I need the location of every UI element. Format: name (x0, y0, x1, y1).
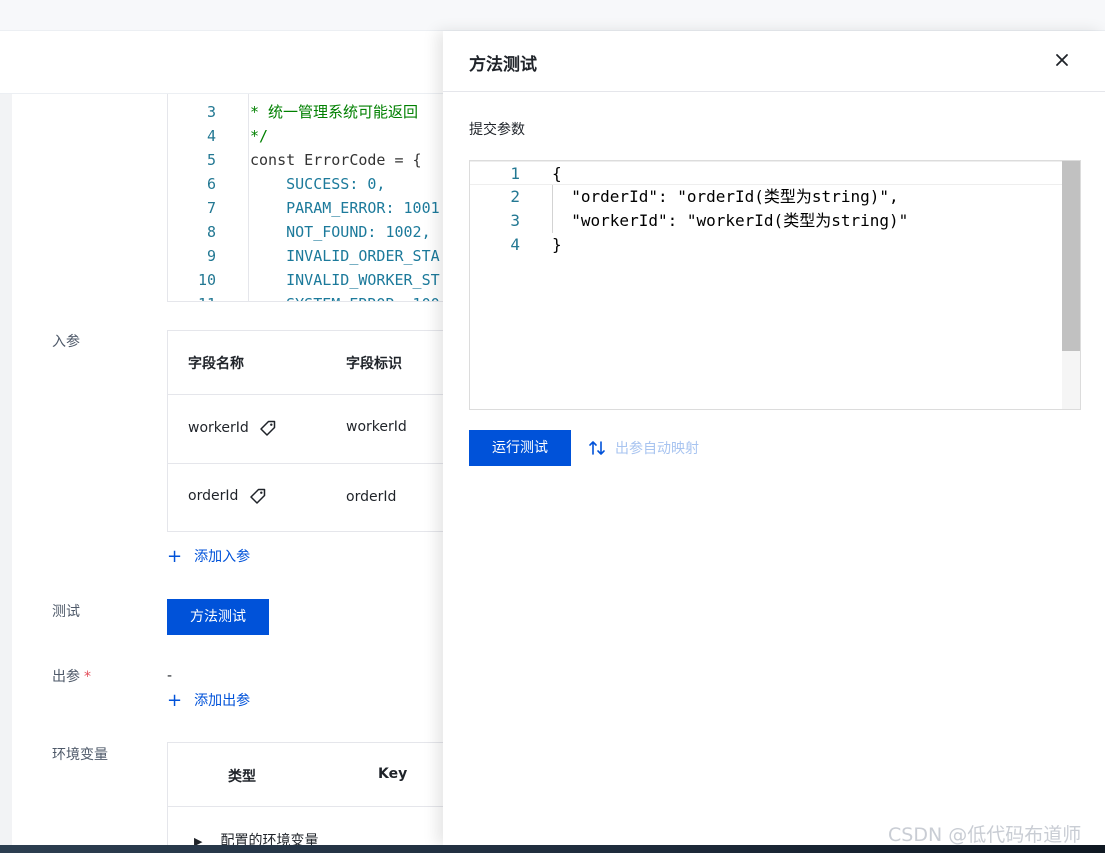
line-number: 2 (510, 187, 520, 206)
editor-text: "workerId": "workerId(类型为string)" (552, 211, 909, 230)
editor-line: 1{ (470, 161, 1080, 185)
table-row-name: orderId (188, 487, 267, 505)
close-icon[interactable] (1051, 49, 1073, 71)
line-number: 6 (206, 175, 216, 193)
field-name: workerId (188, 420, 249, 436)
env-table: 类型 Key ▶ 配置的环境变量 (167, 742, 459, 849)
line-number: 1 (510, 164, 520, 183)
code-line: 11 SYSTEM_ERROR: 100 (168, 292, 458, 301)
code-text: NOT_FOUND: 1002, (250, 223, 431, 241)
line-number: 4 (206, 127, 216, 145)
method-test-button[interactable]: 方法测试 (167, 599, 269, 635)
auto-map-output-button[interactable]: 出参自动映射 (587, 438, 699, 458)
params-json-editor[interactable]: 4} 3 "workerId": "workerId(类型为string)" 2 "… (469, 160, 1081, 410)
divider (168, 806, 458, 807)
add-input-param-button[interactable]: + 添加入参 (167, 546, 250, 567)
line-number: 7 (206, 199, 216, 217)
top-bar (0, 0, 1105, 31)
column-header-type: 类型 (228, 769, 256, 785)
add-output-label: 添加出参 (194, 693, 251, 709)
column-header-field-key: 字段标识 (346, 356, 402, 372)
editor-text: "orderId": "orderId(类型为string)", (552, 187, 899, 206)
method-test-drawer: 方法测试 提交参数 4} 3 "workerId": "workerId(类型为s… (443, 31, 1105, 845)
line-number: 9 (206, 247, 216, 265)
field-name: orderId (188, 488, 239, 504)
code-line: 5 const ErrorCode = { (168, 148, 458, 172)
divider (168, 463, 458, 464)
plus-icon: + (167, 546, 183, 567)
code-text: */ (250, 127, 269, 145)
drawer-divider (443, 91, 1105, 92)
output-value: - (167, 668, 173, 684)
test-label: 测试 (52, 604, 80, 620)
code-text: const ErrorCode = { (250, 151, 422, 169)
code-text: INVALID_WORKER_ST (250, 271, 440, 289)
code-text: * 统一管理系统可能返回 (250, 103, 419, 121)
tag-icon[interactable] (259, 419, 277, 437)
tag-icon[interactable] (249, 487, 267, 505)
run-test-button[interactable]: 运行测试 (469, 430, 571, 466)
code-text: SUCCESS: 0, (250, 175, 386, 193)
code-line: 8 NOT_FOUND: 1002, (168, 220, 458, 244)
line-number: 11 (168, 292, 216, 301)
editor-line: 2 "orderId": "orderId(类型为string)", (470, 185, 1080, 209)
divider (168, 394, 458, 395)
editor-text: } (552, 235, 562, 254)
line-number: 8 (206, 223, 216, 241)
editor-line: 3 "workerId": "workerId(类型为string)" (470, 209, 1080, 233)
input-params-label: 入参 (52, 334, 80, 350)
left-strip (0, 94, 12, 846)
table-row-key: workerId (346, 419, 407, 435)
column-header-key: Key (378, 766, 408, 782)
code-line: 6 SUCCESS: 0, (168, 172, 458, 196)
auto-map-label: 出参自动映射 (615, 441, 699, 457)
line-number: 4 (510, 235, 520, 254)
required-mark: * (84, 669, 91, 685)
table-row-name: workerId (188, 419, 277, 437)
line-number: 3 (510, 211, 520, 230)
code-text: INVALID_ORDER_STA (250, 247, 440, 265)
output-params-label: 出参 * (52, 666, 91, 686)
swap-icon (589, 441, 605, 455)
editor-text: { (552, 164, 562, 183)
editor-line: 4} (470, 233, 1080, 257)
env-label: 环境变量 (52, 747, 108, 763)
submit-params-label: 提交参数 (469, 122, 525, 138)
scrollbar-thumb[interactable] (1062, 161, 1080, 351)
code-line: 3 * 统一管理系统可能返回 (168, 100, 458, 124)
line-number: 5 (206, 151, 216, 169)
drawer-title: 方法测试 (469, 55, 537, 75)
editor-scrollbar[interactable] (1062, 161, 1080, 409)
code-editor[interactable]: 3 * 统一管理系统可能返回 4 */ 5 const ErrorCode = { 6 SU… (167, 94, 459, 302)
output-params-text: 出参 (52, 669, 80, 685)
code-line: 4 */ (168, 124, 458, 148)
code-text: SYSTEM_ERROR: 100 (250, 292, 440, 301)
plus-icon: + (167, 690, 183, 711)
add-input-label: 添加入参 (194, 549, 251, 565)
input-params-table: 字段名称 字段标识 workerId workerId orderId orde… (167, 330, 459, 532)
watermark: CSDN @低代码布道师 (888, 824, 1082, 846)
code-line: 10 INVALID_WORKER_ST (168, 268, 458, 292)
table-row-key: orderId (346, 489, 397, 505)
line-number: 10 (197, 271, 216, 289)
code-line: 9 INVALID_ORDER_STA (168, 244, 458, 268)
line-number: 3 (206, 103, 216, 121)
column-header-field-name: 字段名称 (188, 356, 244, 372)
add-output-param-button[interactable]: + 添加出参 (167, 690, 250, 711)
code-line: 7 PARAM_ERROR: 1001 (168, 196, 458, 220)
indent-guide (552, 185, 553, 233)
code-text: PARAM_ERROR: 1001 (250, 199, 440, 217)
